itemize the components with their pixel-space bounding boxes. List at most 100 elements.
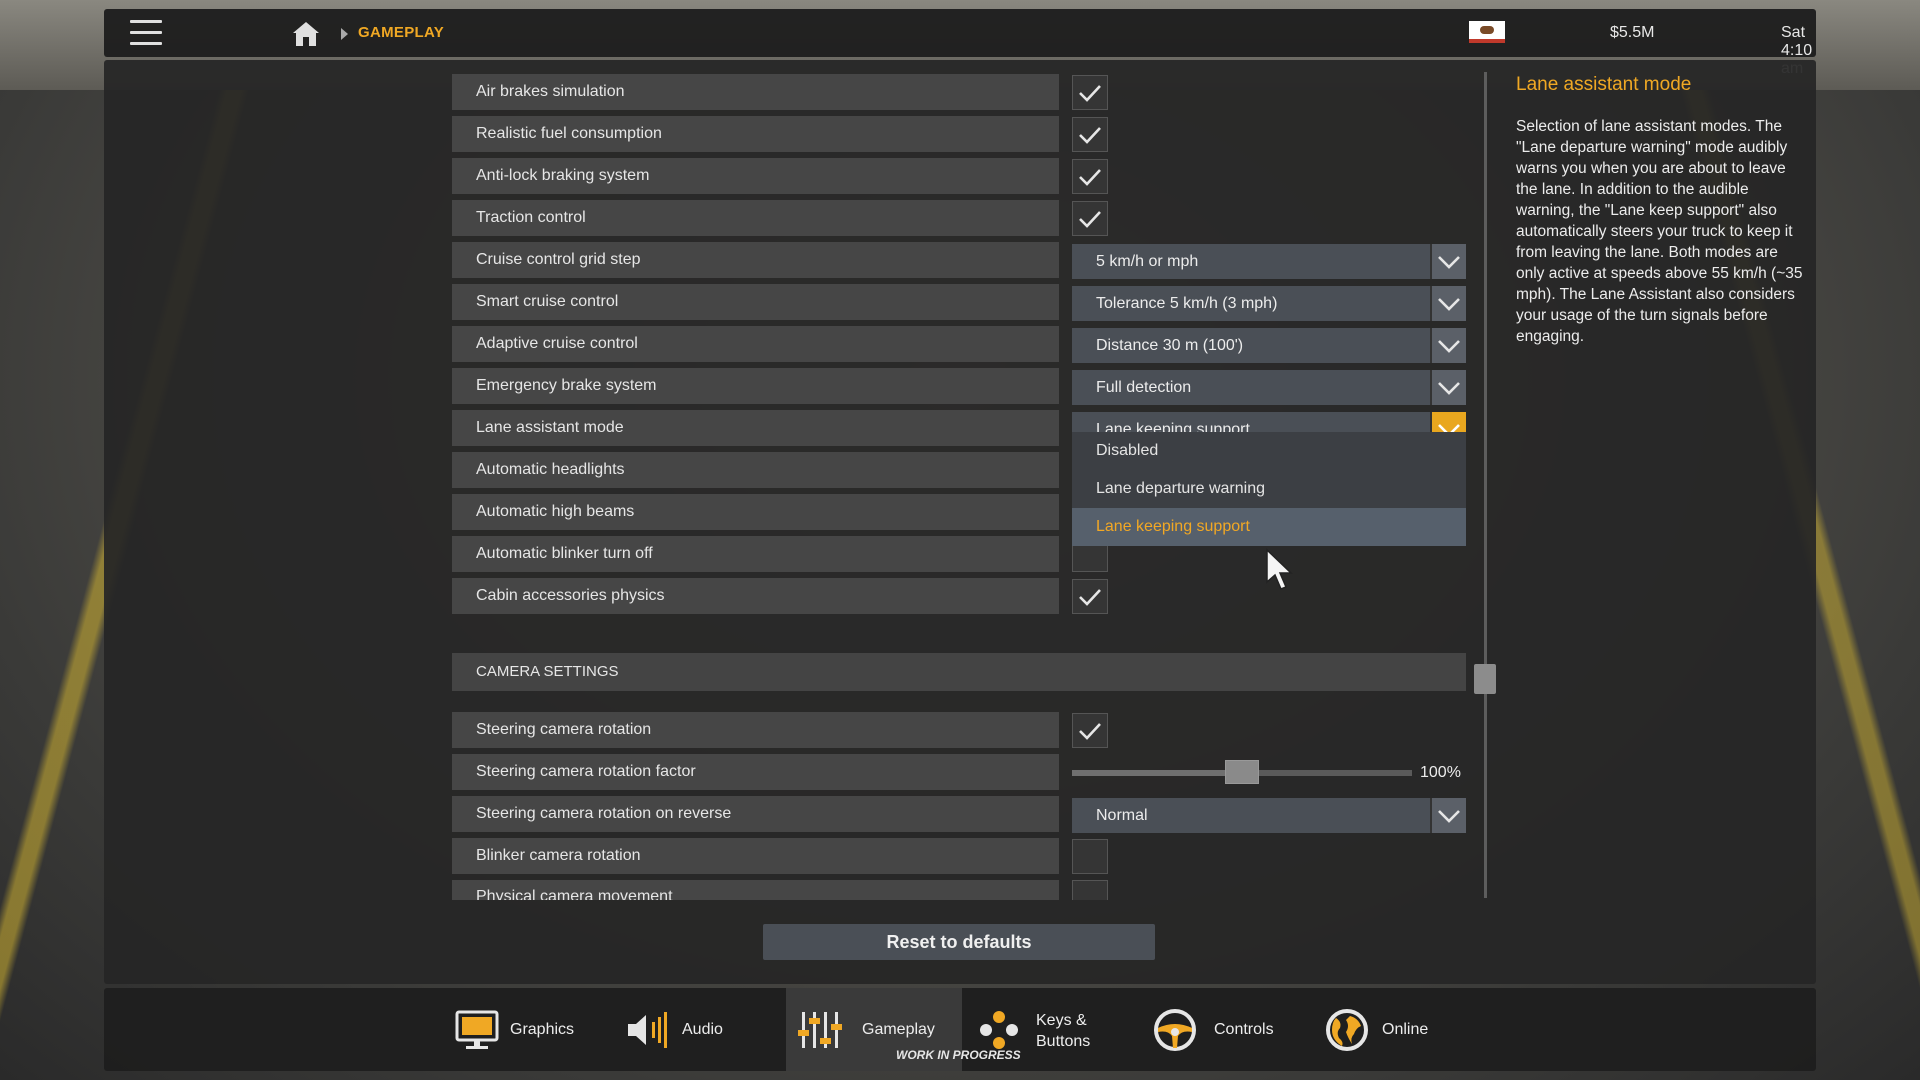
checkmark-icon	[1079, 588, 1101, 606]
setting-label: Automatic headlights	[452, 452, 1059, 488]
dropdown-value: Tolerance 5 km/h (3 mph)	[1096, 295, 1278, 312]
setting-row: Blinker camera rotation	[452, 838, 1578, 874]
setting-label: Lane assistant mode	[452, 410, 1059, 446]
tab-controls[interactable]: Controls	[1144, 988, 1294, 1071]
setting-row: Steering camera rotation on reverse Norm…	[452, 796, 1578, 833]
setting-dropdown[interactable]: Distance 30 m (100')	[1072, 328, 1466, 363]
top-bar: GAMEPLAY $5.5M Sat 4:10 am	[104, 9, 1816, 77]
globe-icon	[1326, 1009, 1368, 1051]
dropdown-option[interactable]: Disabled	[1072, 432, 1466, 470]
help-body: Selection of lane assistant modes. The "…	[1516, 118, 1803, 345]
reset-defaults-button[interactable]: Reset to defaults	[763, 924, 1155, 960]
checkmark-icon	[1079, 168, 1101, 186]
checkmark-icon	[1079, 84, 1101, 102]
tab-label: Gameplay	[862, 1021, 935, 1038]
dropdown-value: Full detection	[1096, 379, 1192, 396]
scrollbar-track[interactable]	[1484, 72, 1487, 898]
setting-checkbox[interactable]	[1072, 880, 1108, 900]
state-flag-icon	[1469, 21, 1505, 43]
lane-assistant-options: Disabled Lane departure warning Lane kee…	[1072, 432, 1466, 546]
settings-panel: Air brakes simulation Realistic fuel con…	[104, 60, 1816, 984]
setting-row: Steering camera rotation	[452, 712, 1578, 748]
setting-label: Anti-lock braking system	[452, 158, 1059, 194]
tab-online[interactable]: Online	[1318, 988, 1448, 1071]
tab-label: Online	[1382, 1021, 1429, 1038]
steering-wheel-icon	[1154, 1009, 1196, 1051]
monitor-icon	[455, 1010, 499, 1049]
tab-graphics[interactable]: Graphics	[444, 988, 584, 1071]
setting-label: Steering camera rotation factor	[452, 754, 1059, 790]
setting-label: Cruise control grid step	[452, 242, 1059, 278]
dropdown-value: Distance 30 m (100')	[1096, 337, 1244, 354]
tab-label: Keys & Buttons	[1036, 1012, 1091, 1050]
setting-row: Smart cruise control Tolerance 5 km/h (3…	[452, 284, 1578, 321]
tab-gameplay[interactable]: Gameplay WORK IN PROGRESS	[786, 988, 1021, 1071]
setting-label: Smart cruise control	[452, 284, 1059, 320]
chevron-down-icon[interactable]	[1430, 244, 1466, 279]
tab-label: Controls	[1214, 1021, 1274, 1038]
slider-fill	[1072, 770, 1242, 776]
chevron-down-icon[interactable]	[1430, 328, 1466, 363]
setting-checkbox[interactable]	[1072, 159, 1108, 194]
setting-row: Emergency brake system Full detection	[452, 368, 1578, 405]
setting-label: Traction control	[452, 200, 1059, 236]
breadcrumb-current[interactable]: GAMEPLAY	[358, 24, 444, 41]
chevron-down-icon[interactable]	[1430, 370, 1466, 405]
setting-checkbox[interactable]	[1072, 839, 1108, 874]
tab-label: Audio	[682, 1021, 723, 1038]
setting-checkbox[interactable]	[1072, 75, 1108, 110]
dropdown-value: Normal	[1096, 807, 1148, 824]
money-balance: $5.5M	[1610, 24, 1655, 41]
setting-label: Automatic high beams	[452, 494, 1059, 530]
slider-thumb[interactable]	[1225, 760, 1259, 784]
chevron-down-icon[interactable]	[1430, 798, 1466, 833]
setting-row: Cruise control grid step 5 km/h or mph	[452, 242, 1578, 279]
gamepad-buttons-icon	[980, 1011, 1018, 1049]
setting-checkbox[interactable]	[1072, 117, 1108, 152]
setting-label: Air brakes simulation	[452, 74, 1059, 110]
chevron-down-icon[interactable]	[1430, 286, 1466, 321]
setting-label: Emergency brake system	[452, 368, 1059, 404]
tab-audio[interactable]: Audio	[618, 988, 738, 1071]
setting-label: Realistic fuel consumption	[452, 116, 1059, 152]
setting-label: Cabin accessories physics	[452, 578, 1059, 614]
dropdown-option[interactable]: Lane departure warning	[1072, 470, 1466, 508]
setting-label: Steering camera rotation on reverse	[452, 796, 1059, 832]
home-icon[interactable]	[292, 21, 320, 47]
setting-dropdown[interactable]: Normal	[1072, 798, 1466, 833]
setting-dropdown[interactable]: Tolerance 5 km/h (3 mph)	[1072, 286, 1466, 321]
hamburger-menu-icon[interactable]	[130, 20, 162, 46]
setting-label: Adaptive cruise control	[452, 326, 1059, 362]
setting-checkbox[interactable]	[1072, 201, 1108, 236]
setting-row: Cabin accessories physics	[452, 578, 1578, 614]
tab-label: Graphics	[510, 1021, 575, 1038]
sliders-icon	[798, 1012, 842, 1048]
setting-row: Traction control	[452, 200, 1578, 236]
setting-label: Blinker camera rotation	[452, 838, 1059, 874]
slider-value: 100%	[1420, 764, 1461, 781]
rotation-factor-slider[interactable]	[1072, 760, 1412, 786]
help-panel: Lane assistant mode Selection of lane as…	[1516, 74, 1804, 347]
help-title: Lane assistant mode	[1516, 74, 1692, 95]
dropdown-value: 5 km/h or mph	[1096, 253, 1199, 270]
setting-row: Anti-lock braking system	[452, 158, 1578, 194]
checkmark-icon	[1079, 126, 1101, 144]
setting-dropdown[interactable]: Full detection	[1072, 370, 1466, 405]
setting-row-partial: Physical camera movement	[452, 880, 1059, 900]
breadcrumb-arrow-icon	[341, 28, 348, 40]
mouse-cursor-icon	[1266, 548, 1293, 590]
checkmark-icon	[1079, 722, 1101, 740]
dropdown-option-selected[interactable]: Lane keeping support	[1072, 508, 1466, 546]
setting-row: Realistic fuel consumption	[452, 116, 1578, 152]
settings-list[interactable]: Air brakes simulation Realistic fuel con…	[452, 74, 1578, 900]
setting-label: Steering camera rotation	[452, 712, 1059, 748]
setting-dropdown[interactable]: 5 km/h or mph	[1072, 244, 1466, 279]
checkmark-icon	[1079, 210, 1101, 228]
setting-label: Physical camera movement	[476, 888, 673, 900]
tab-keys-buttons[interactable]: Keys & Buttons	[970, 988, 1120, 1071]
settings-tab-bar: Graphics Audio Gameplay WORK IN PROGRESS	[104, 988, 1816, 1071]
setting-row: Steering camera rotation factor 100%	[452, 754, 1578, 790]
setting-checkbox[interactable]	[1072, 713, 1108, 748]
setting-checkbox[interactable]	[1072, 579, 1108, 614]
scrollbar-thumb[interactable]	[1474, 664, 1496, 694]
